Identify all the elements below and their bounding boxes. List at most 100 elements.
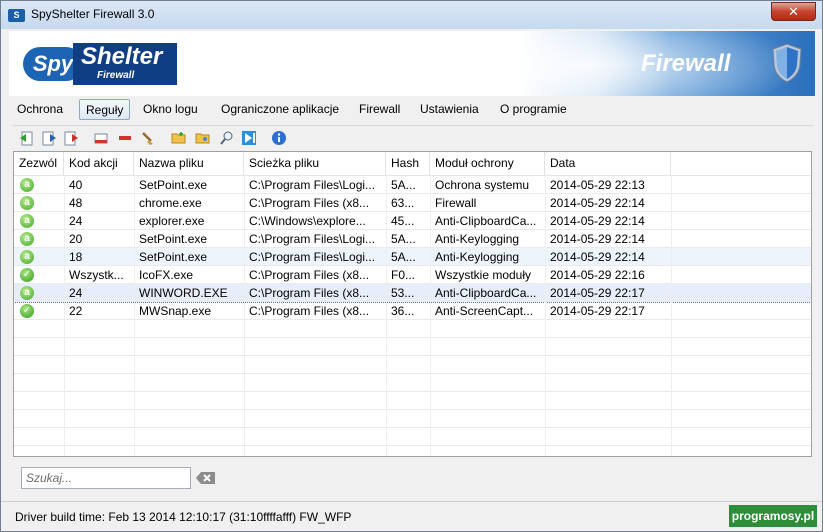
- menu-ustawienia[interactable]: Ustawienia: [414, 99, 485, 120]
- select-none-icon[interactable]: [93, 130, 109, 146]
- cell-data: 2014-05-29 22:14: [550, 250, 645, 264]
- cell-modul-ochrony: Anti-ClipboardCa...: [435, 286, 537, 300]
- cell-kod-akcji: 24: [69, 214, 83, 228]
- menu-reguly[interactable]: Reguły: [79, 99, 131, 120]
- delete-icon[interactable]: [117, 130, 133, 146]
- cell-nazwa-pliku: IcoFX.exe: [139, 268, 194, 282]
- allow-action-icon: a: [20, 178, 34, 192]
- cell-nazwa-pliku: explorer.exe: [139, 214, 205, 228]
- cell-sciezka-pliku: C:\Program Files\Logi...: [249, 250, 376, 264]
- find-icon[interactable]: [219, 130, 235, 146]
- app-icon: S: [8, 9, 25, 22]
- jump-icon[interactable]: [241, 130, 257, 146]
- spyshelter-logo: Spy Shelter Firewall: [23, 43, 177, 85]
- app-window: S SpyShelter Firewall 3.0 ✕ Spy Shelter …: [0, 0, 823, 532]
- menu-okno-logu[interactable]: Okno logu: [137, 99, 204, 120]
- cell-hash: 53...: [391, 286, 415, 300]
- search-input[interactable]: [21, 467, 191, 489]
- banner-title: Firewall: [641, 50, 731, 77]
- column-header-kod-akcji[interactable]: Kod akcji: [64, 152, 134, 175]
- cell-data: 2014-05-29 22:14: [550, 232, 645, 246]
- cell-modul-ochrony: Wszystkie moduły: [435, 268, 532, 282]
- cell-data: 2014-05-29 22:17: [550, 304, 645, 318]
- cell-sciezka-pliku: C:\Program Files\Logi...: [249, 178, 376, 192]
- cell-modul-ochrony: Anti-ScreenCapt...: [435, 304, 534, 318]
- allow-action-icon: a: [20, 250, 34, 264]
- cell-hash: 5A...: [391, 232, 416, 246]
- cell-modul-ochrony: Firewall: [435, 196, 477, 210]
- allow-check-icon: ✓: [20, 268, 34, 282]
- cell-nazwa-pliku: MWSnap.exe: [139, 304, 212, 318]
- cell-hash: 63...: [391, 196, 415, 210]
- allow-action-icon: a: [20, 196, 34, 210]
- column-header-modul-ochrony[interactable]: Moduł ochrony: [430, 152, 545, 175]
- cell-hash: 5A...: [391, 178, 416, 192]
- cell-hash: 5A...: [391, 250, 416, 264]
- column-header-hash[interactable]: Hash: [386, 152, 430, 175]
- cell-kod-akcji: 18: [69, 250, 83, 264]
- cell-data: 2014-05-29 22:14: [550, 214, 645, 228]
- window-title: SpyShelter Firewall 3.0: [31, 7, 155, 21]
- column-divider: [134, 176, 135, 456]
- table-header: Zezwól Kod akcji Nazwa pliku Scieżka pli…: [14, 152, 811, 176]
- status-bar: Driver build time: Feb 13 2014 12:10:17 …: [1, 501, 822, 531]
- logo-sub-text: Firewall: [97, 70, 135, 81]
- cell-modul-ochrony: Anti-Keylogging: [435, 250, 520, 264]
- column-header-data[interactable]: Data: [545, 152, 671, 175]
- column-divider: [386, 176, 387, 456]
- import-rules-icon[interactable]: [19, 130, 35, 146]
- cell-nazwa-pliku: WINWORD.EXE: [139, 286, 228, 300]
- title-bar[interactable]: S SpyShelter Firewall 3.0 ✕: [1, 1, 822, 29]
- rules-table[interactable]: Zezwól Kod akcji Nazwa pliku Scieżka pli…: [13, 151, 812, 457]
- add-folder-icon[interactable]: [171, 130, 187, 146]
- cell-data: 2014-05-29 22:13: [550, 178, 645, 192]
- cell-kod-akcji: 48: [69, 196, 83, 210]
- allow-check-icon: ✓: [20, 304, 34, 318]
- info-icon[interactable]: [271, 130, 287, 146]
- menu-firewall[interactable]: Firewall: [353, 99, 406, 120]
- toolbar: [13, 125, 813, 149]
- cell-sciezka-pliku: C:\Program Files (x8...: [249, 268, 370, 282]
- cell-sciezka-pliku: C:\Program Files (x8...: [249, 304, 370, 318]
- cell-kod-akcji: 24: [69, 286, 83, 300]
- close-button[interactable]: ✕: [771, 2, 816, 21]
- menu-ochrona[interactable]: Ochrona: [11, 99, 69, 120]
- export-selected-icon[interactable]: [63, 130, 79, 146]
- cell-kod-akcji: Wszystk...: [69, 268, 124, 282]
- cell-sciezka-pliku: C:\Windows\explore...: [249, 214, 366, 228]
- cell-data: 2014-05-29 22:16: [550, 268, 645, 282]
- column-header-zezwol[interactable]: Zezwól: [14, 152, 64, 175]
- cell-hash: 36...: [391, 304, 415, 318]
- cell-sciezka-pliku: C:\Program Files (x8...: [249, 196, 370, 210]
- column-divider: [545, 176, 546, 456]
- banner: Spy Shelter Firewall Firewall: [9, 31, 815, 96]
- allow-action-icon: a: [20, 232, 34, 246]
- cell-kod-akcji: 40: [69, 178, 83, 192]
- column-header-sciezka-pliku[interactable]: Scieżka pliku: [244, 152, 386, 175]
- menu-ograniczone-aplikacje[interactable]: Ograniczone aplikacje: [215, 99, 345, 120]
- open-folder-icon[interactable]: [195, 130, 211, 146]
- shield-icon: [772, 43, 802, 83]
- clear-search-icon[interactable]: [195, 470, 217, 486]
- cell-modul-ochrony: Anti-Keylogging: [435, 232, 520, 246]
- column-divider: [671, 176, 672, 456]
- allow-action-icon: a: [20, 214, 34, 228]
- cell-nazwa-pliku: SetPoint.exe: [139, 178, 208, 192]
- cell-modul-ochrony: Anti-ClipboardCa...: [435, 214, 537, 228]
- cell-hash: 45...: [391, 214, 415, 228]
- column-header-nazwa-pliku[interactable]: Nazwa pliku: [134, 152, 244, 175]
- cell-hash: F0...: [391, 268, 416, 282]
- menu-o-programie[interactable]: O programie: [494, 99, 573, 120]
- cell-nazwa-pliku: SetPoint.exe: [139, 250, 208, 264]
- cell-modul-ochrony: Ochrona systemu: [435, 178, 530, 192]
- export-rules-icon[interactable]: [41, 130, 57, 146]
- menu-bar: Ochrona Reguły Okno logu Ograniczone apl…: [9, 99, 815, 121]
- cell-sciezka-pliku: C:\Program Files\Logi...: [249, 232, 376, 246]
- watermark-badge: programosy.pl: [729, 505, 817, 527]
- column-divider: [64, 176, 65, 456]
- column-divider: [430, 176, 431, 456]
- cell-data: 2014-05-29 22:14: [550, 196, 645, 210]
- cell-sciezka-pliku: C:\Program Files (x8...: [249, 286, 370, 300]
- driver-build-status: Driver build time: Feb 13 2014 12:10:17 …: [15, 510, 352, 524]
- clean-icon[interactable]: [139, 130, 155, 146]
